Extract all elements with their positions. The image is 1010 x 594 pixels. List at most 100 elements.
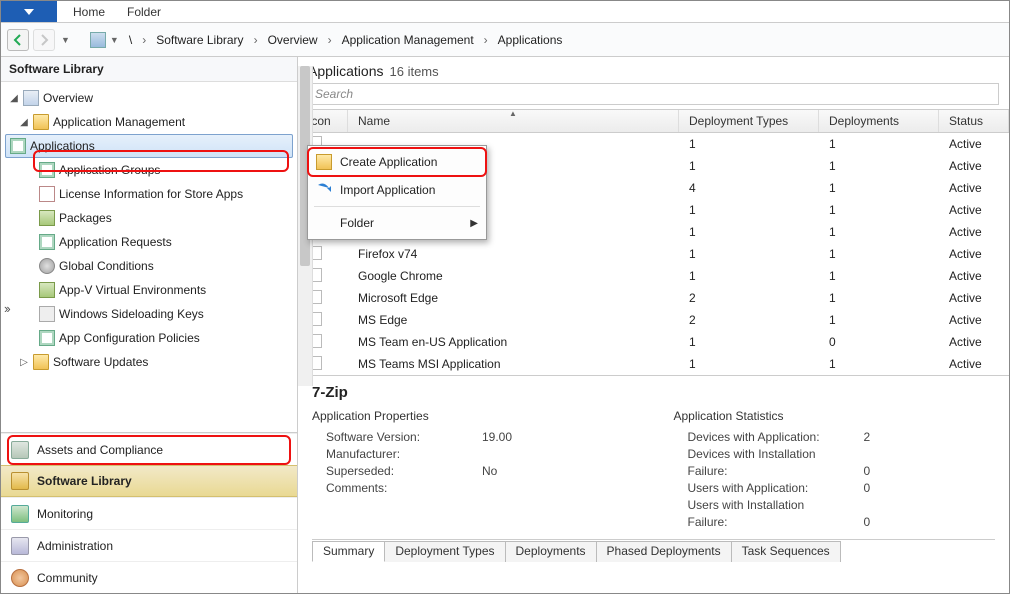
ribbon-tab-home[interactable]: Home	[73, 5, 105, 19]
list-count: 16 items	[390, 64, 439, 79]
stat-key: Devices with Application:	[674, 429, 864, 446]
application-menu-button[interactable]	[1, 1, 57, 22]
cell-deployment-types: 1	[679, 137, 819, 151]
tree-item-sideloading-keys[interactable]: Windows Sideloading Keys	[1, 302, 297, 326]
tree-item-overview[interactable]: ◢ Overview	[1, 86, 297, 110]
table-row[interactable]: MS Teams MSI Application11Active	[298, 353, 1009, 375]
tree-item-license-info[interactable]: License Information for Store Apps	[1, 182, 297, 206]
tree-item-global-conditions[interactable]: Global Conditions	[1, 254, 297, 278]
cell-status: Active	[939, 313, 1009, 327]
breadcrumb-dropdown-icon[interactable]: ▼	[110, 35, 119, 45]
stat-value	[864, 446, 996, 463]
table-row[interactable]: Microsoft Edge21Active	[298, 287, 1009, 309]
cell-status: Active	[939, 137, 1009, 151]
workspace-label: Software Library	[37, 474, 132, 488]
key-icon	[39, 306, 55, 322]
nav-dropdown-icon[interactable]: ▼	[59, 35, 72, 45]
menu-separator	[314, 206, 480, 207]
cell-name: Firefox v74	[348, 247, 679, 261]
chevron-right-icon: ›	[484, 33, 488, 47]
tab-task-sequences[interactable]: Task Sequences	[731, 541, 841, 562]
tree-item-app-management[interactable]: ◢ Application Management	[1, 110, 297, 134]
tree-item-app-requests[interactable]: Application Requests	[1, 230, 297, 254]
cell-deployments: 1	[819, 137, 939, 151]
cell-name: Microsoft Edge	[348, 291, 679, 305]
expand-handle-icon[interactable]: ››	[4, 301, 9, 316]
tree-label: Global Conditions	[59, 259, 154, 273]
prop-value	[482, 480, 634, 497]
sort-ascending-icon: ▲	[509, 109, 517, 118]
ribbon-tab-folder[interactable]: Folder	[127, 5, 161, 19]
tab-summary[interactable]: Summary	[312, 541, 385, 562]
stat-key: Users with Installation	[674, 497, 864, 514]
admin-icon	[11, 537, 29, 555]
cell-deployment-types: 2	[679, 291, 819, 305]
nav-forward-button[interactable]	[33, 29, 55, 51]
prop-key: Software Version:	[312, 429, 482, 446]
table-row[interactable]: Firefox v7411Active	[298, 243, 1009, 265]
ctx-import-application[interactable]: Import Application	[310, 176, 484, 204]
workspace-monitoring[interactable]: Monitoring	[1, 497, 297, 529]
stat-value: 2	[864, 429, 996, 446]
cell-status: Active	[939, 247, 1009, 261]
tree-label: Application Management	[53, 115, 185, 129]
stat-value: 0	[864, 514, 996, 531]
library-icon	[11, 472, 29, 490]
application-statistics: Application Statistics Devices with Appl…	[674, 409, 996, 531]
tree-item-packages[interactable]: Packages	[1, 206, 297, 230]
breadcrumb-item[interactable]: Applications	[498, 33, 563, 47]
table-row[interactable]: MS Team en-US Application10Active	[298, 331, 1009, 353]
workspace-software-library[interactable]: Software Library	[1, 465, 297, 497]
content-pane: Applications 16 items Search Icon Name▲ …	[298, 57, 1009, 593]
cell-deployments: 1	[819, 357, 939, 371]
tree-label: Windows Sideloading Keys	[59, 307, 204, 321]
breadcrumb-item[interactable]: Software Library	[156, 33, 243, 47]
workspace-administration[interactable]: Administration	[1, 529, 297, 561]
collapse-icon[interactable]: ◢	[19, 117, 29, 128]
tab-deployment-types[interactable]: Deployment Types	[384, 541, 505, 562]
collapse-icon[interactable]: ◢	[9, 93, 19, 104]
list-header: Applications 16 items	[298, 57, 1009, 81]
table-row[interactable]: MS Edge21Active	[298, 309, 1009, 331]
community-icon	[11, 569, 29, 587]
column-header-deployment-types[interactable]: Deployment Types	[679, 110, 819, 132]
application-group-icon	[39, 162, 55, 178]
tree-label: App Configuration Policies	[59, 331, 200, 345]
expand-icon[interactable]: ▷	[19, 357, 29, 368]
column-header-status[interactable]: Status	[939, 110, 1009, 132]
cell-deployments: 1	[819, 291, 939, 305]
cell-deployment-types: 2	[679, 313, 819, 327]
policy-icon	[39, 330, 55, 346]
tree-item-applications[interactable]: Applications	[5, 134, 293, 158]
tree-item-app-config-policies[interactable]: App Configuration Policies	[1, 326, 297, 350]
tree-item-application-groups[interactable]: Application Groups	[1, 158, 297, 182]
breadcrumb-item[interactable]: Application Management	[342, 33, 474, 47]
column-header-deployments[interactable]: Deployments	[819, 110, 939, 132]
column-header-name[interactable]: Name▲	[348, 110, 679, 132]
prop-key: Comments:	[312, 480, 482, 497]
cell-status: Active	[939, 335, 1009, 349]
workspace-community[interactable]: Community	[1, 561, 297, 593]
workspace-assets[interactable]: Assets and Compliance	[1, 433, 297, 465]
tree-item-software-updates[interactable]: ▷ Software Updates	[1, 350, 297, 374]
breadcrumb-root[interactable]: \	[129, 33, 132, 47]
details-tabs: Summary Deployment Types Deployments Pha…	[312, 539, 995, 561]
tab-phased-deployments[interactable]: Phased Deployments	[596, 541, 732, 562]
search-input[interactable]: Search	[308, 83, 999, 105]
sidebar-title: Software Library	[1, 57, 297, 82]
monitoring-icon	[11, 505, 29, 523]
workspace-label: Monitoring	[37, 507, 93, 521]
cell-deployment-types: 1	[679, 269, 819, 283]
breadcrumb-item[interactable]: Overview	[268, 33, 318, 47]
ctx-create-application[interactable]: Create Application	[310, 148, 484, 176]
ctx-folder[interactable]: Folder ▶	[310, 209, 484, 237]
breadcrumb-root-icon[interactable]	[90, 32, 106, 48]
tree-label: License Information for Store Apps	[59, 187, 243, 201]
tab-deployments[interactable]: Deployments	[505, 541, 597, 562]
globe-icon	[39, 258, 55, 274]
tree-item-appv[interactable]: App-V Virtual Environments	[1, 278, 297, 302]
cell-deployments: 1	[819, 159, 939, 173]
table-row[interactable]: Google Chrome11Active	[298, 265, 1009, 287]
nav-back-button[interactable]	[7, 29, 29, 51]
cell-status: Active	[939, 357, 1009, 371]
